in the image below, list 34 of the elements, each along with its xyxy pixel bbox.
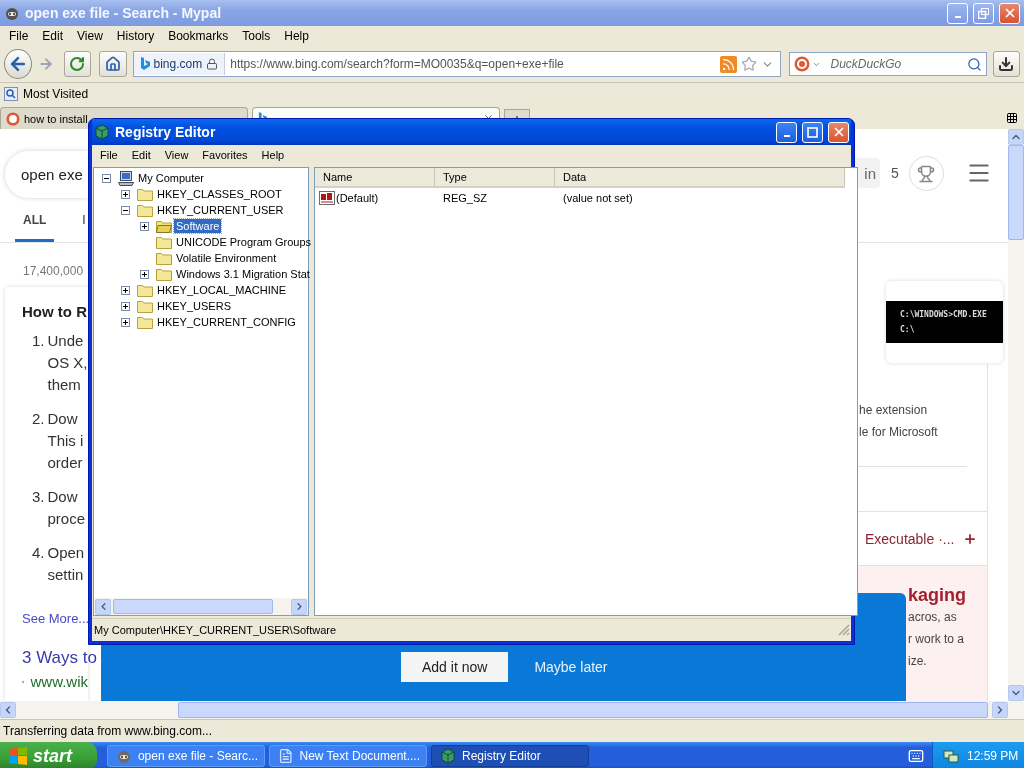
ad-text: r work to a [908,631,964,648]
status-text: My Computer\HKEY_CURRENT_USER\Software [94,624,338,636]
console-text: C:\ [900,325,916,334]
step-number: 4. [32,543,45,563]
ad-title: kaging [908,585,967,606]
result-count: 17,400,000 [23,264,85,278]
step-text: order [47,453,84,473]
snippet-text: he extension [859,402,929,419]
ad-text: acros, as [908,609,957,626]
window-title: open exe file - Search - Mypal [25,5,223,21]
status-text: Transferring data from www.bing.com... [3,724,212,738]
value-data: (value not set) [562,191,634,204]
points-count: 5 [891,165,899,181]
answer-title: How to R [22,303,88,320]
step-number: 1. [32,331,45,351]
step-text: Open [47,543,85,563]
step-text: OS X, [47,353,88,373]
step-number: 2. [32,409,45,429]
step-text: Unde [47,331,85,351]
window-title: Registry Editor [115,124,217,140]
step-text: Dow [47,487,79,507]
step-text: them [47,375,82,395]
step-text: Dow [47,409,79,429]
step-text: This i [47,431,84,451]
step-number: 3. [32,487,45,507]
result-url: www.wik [30,673,88,690]
value-type: REG_SZ [442,191,488,204]
clock: 12:59 PM [967,749,1019,763]
value-name: (Default) [336,191,379,204]
ad-text: ize. [908,653,927,670]
step-text: settin [47,565,85,585]
snippet-text: le for Microsoft [859,424,939,441]
console-text: C:\WINDOWS>CMD.EXE [900,310,988,319]
step-text: proce [47,509,86,529]
